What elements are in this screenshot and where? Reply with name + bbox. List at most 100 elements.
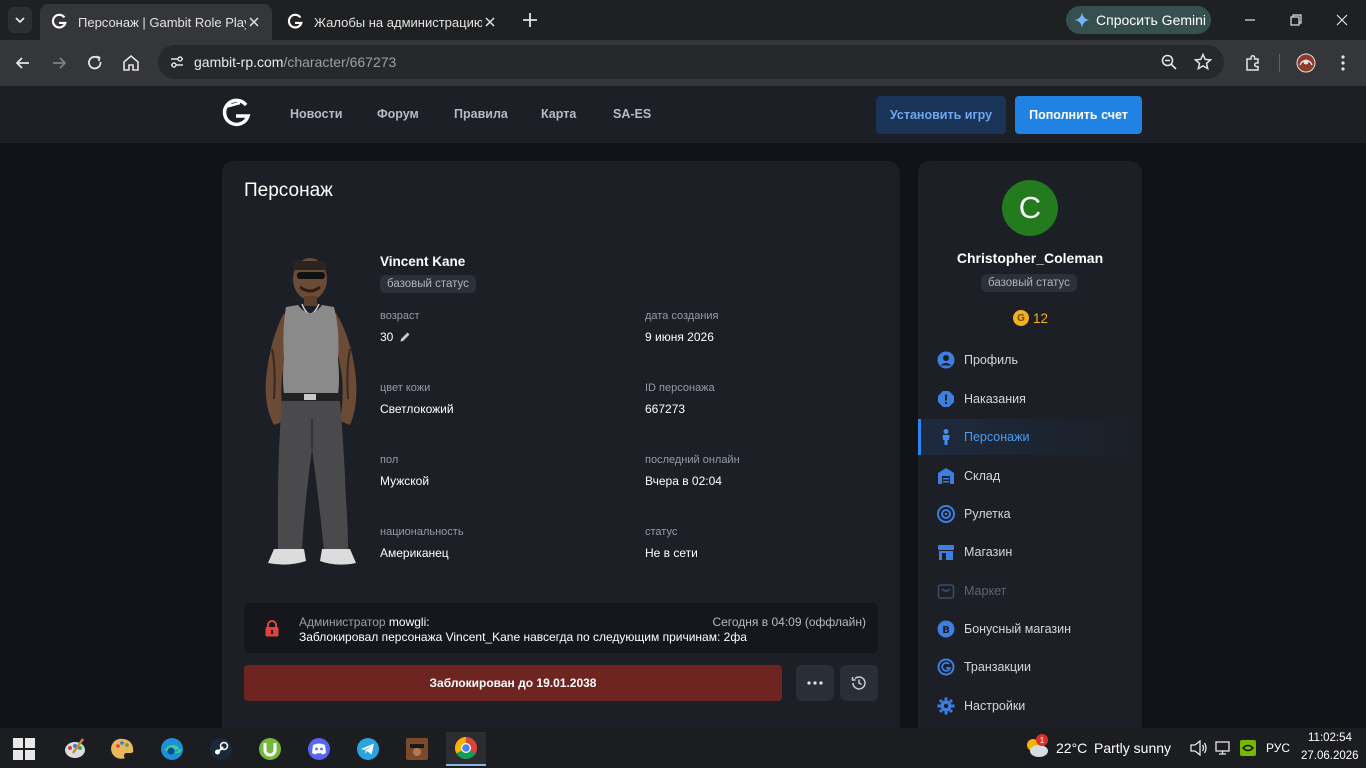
forward-button[interactable]: [49, 53, 69, 73]
bonus-shop-icon: B: [937, 620, 955, 638]
speaker-icon[interactable]: [1190, 740, 1208, 756]
extensions-button[interactable]: [1243, 53, 1263, 73]
nav-forum[interactable]: Форум: [377, 107, 419, 121]
minimize-icon: [1245, 19, 1255, 21]
gender-value: Мужской: [380, 474, 430, 488]
reload-icon: [88, 55, 102, 70]
gambit-logo-icon[interactable]: [220, 98, 252, 130]
more-vertical-icon: [1341, 55, 1345, 71]
taskbar-steam-app[interactable]: [201, 732, 241, 766]
ban-admin-line: Администратор mowgli:: [299, 615, 430, 629]
ban-time: Сегодня в 04:09 (оффлайн): [712, 615, 866, 629]
new-tab-button[interactable]: [520, 10, 540, 30]
nav-map[interactable]: Карта: [541, 107, 576, 121]
user-status-badge: базовый статус: [981, 274, 1077, 292]
browser-tab-bar: Персонаж | Gambit Role Play Жалобы на ад…: [0, 0, 1366, 40]
menu-characters[interactable]: Персонажи: [918, 419, 1142, 455]
top-up-button[interactable]: Пополнить счет: [1015, 96, 1142, 134]
age-label: возраст: [380, 310, 420, 322]
menu-label: Рулетка: [964, 507, 1011, 521]
start-button[interactable]: [4, 732, 44, 766]
nvidia-icon[interactable]: [1240, 740, 1256, 756]
toolbar-divider: [1279, 54, 1280, 72]
age-value: 30: [380, 330, 411, 344]
menu-market[interactable]: Маркет: [918, 573, 1142, 609]
browser-menu-button[interactable]: [1333, 53, 1353, 73]
gemini-star-icon: [1074, 12, 1090, 28]
banned-until-button[interactable]: Заблокирован до 19.01.2038: [244, 665, 782, 701]
windows-logo-icon: [13, 738, 35, 760]
close-tab-icon[interactable]: [246, 14, 262, 30]
menu-punishments[interactable]: Наказания: [918, 381, 1142, 417]
ban-admin-name[interactable]: mowgli:: [389, 615, 430, 629]
menu-roulette[interactable]: Рулетка: [918, 496, 1142, 532]
telegram-icon: [357, 738, 379, 760]
account-sidebar: C Christopher_Coleman базовый статус G 1…: [918, 161, 1142, 741]
taskbar-edge-app[interactable]: [152, 732, 192, 766]
last-online-value: Вчера в 02:04: [645, 474, 722, 488]
menu-warehouse[interactable]: Склад: [918, 458, 1142, 494]
nationality-value: Американец: [380, 546, 449, 560]
taskbar-telegram-app[interactable]: [348, 732, 388, 766]
edit-pencil-icon[interactable]: [399, 331, 411, 343]
taskbar-paint3d-app[interactable]: [103, 732, 143, 766]
person-icon: [942, 429, 950, 445]
nationality-label: национальность: [380, 526, 464, 538]
taskbar-utorrent-app[interactable]: [250, 732, 290, 766]
reload-button[interactable]: [85, 53, 105, 73]
back-button[interactable]: [13, 53, 33, 73]
ask-gemini-button[interactable]: Спросить Gemini: [1066, 6, 1211, 34]
clock-time[interactable]: 11:02:54: [1308, 732, 1352, 744]
taskbar-discord-app[interactable]: [299, 732, 339, 766]
warning-icon: [938, 391, 954, 407]
user-coins: G 12: [1013, 310, 1048, 326]
tab-character[interactable]: Персонаж | Gambit Role Play: [40, 4, 272, 40]
home-button[interactable]: [121, 53, 141, 73]
restore-icon: [1290, 14, 1302, 26]
taskbar-paint-app[interactable]: [55, 732, 95, 766]
history-button[interactable]: [840, 665, 878, 701]
taskbar-chrome-app[interactable]: [446, 732, 486, 766]
tab-search-button[interactable]: [8, 7, 32, 33]
taskbar-game-app[interactable]: [397, 732, 437, 766]
nav-news[interactable]: Новости: [290, 107, 342, 121]
restore-button[interactable]: [1286, 10, 1306, 30]
history-clock-icon: [851, 676, 866, 690]
nav-sa-es[interactable]: SA-ES: [613, 107, 651, 121]
install-game-button[interactable]: Установить игру: [876, 96, 1006, 134]
gender-label: пол: [380, 454, 399, 466]
address-bar[interactable]: gambit-rp.com/character/667273: [158, 45, 1224, 79]
menu-bonus-shop[interactable]: B Бонусный магазин: [918, 611, 1142, 647]
user-name: Christopher_Coleman: [956, 250, 1104, 266]
roulette-icon: [937, 505, 955, 523]
more-options-button[interactable]: [796, 665, 834, 701]
creation-date-value: 9 июня 2026: [645, 330, 714, 344]
chevron-down-icon: [15, 17, 25, 24]
arrow-left-icon: [15, 57, 29, 69]
clock-date[interactable]: 27.06.2026: [1301, 750, 1359, 762]
close-window-button[interactable]: [1332, 10, 1352, 30]
bookmark-star-icon[interactable]: [1194, 53, 1212, 71]
user-avatar: C: [1002, 180, 1058, 236]
menu-settings[interactable]: Настройки: [918, 688, 1142, 724]
weather-temperature[interactable]: 22°C: [1056, 740, 1087, 756]
browser-toolbar: gambit-rp.com/character/667273: [0, 40, 1366, 86]
menu-label: Персонажи: [964, 430, 1030, 444]
home-icon: [123, 54, 139, 71]
transactions-icon: [937, 658, 955, 676]
menu-shop[interactable]: Магазин: [918, 534, 1142, 570]
nav-rules[interactable]: Правила: [454, 107, 508, 121]
tab-complaints[interactable]: Жалобы на администрацию | G: [276, 4, 508, 40]
zoom-icon[interactable]: [1160, 53, 1178, 71]
profile-button[interactable]: [1296, 53, 1316, 73]
creation-date-label: дата создания: [645, 310, 719, 322]
weather-condition[interactable]: Partly sunny: [1094, 740, 1171, 756]
menu-profile[interactable]: Профиль: [918, 342, 1142, 378]
menu-transactions[interactable]: Транзакции: [918, 649, 1142, 685]
plus-icon: [523, 13, 537, 27]
network-icon[interactable]: [1215, 740, 1233, 756]
input-language[interactable]: РУС: [1266, 741, 1290, 755]
close-tab-icon[interactable]: [482, 14, 498, 30]
minimize-button[interactable]: [1240, 10, 1260, 30]
site-settings-icon[interactable]: [168, 53, 186, 71]
